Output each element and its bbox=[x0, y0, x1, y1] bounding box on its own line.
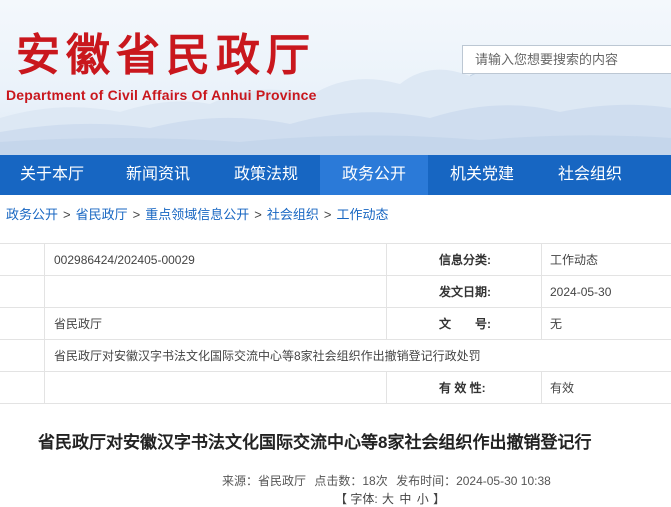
subject-value: 省民政厅对安徽汉字书法文化国际交流中心等8家社会组织作出撤销登记行政处罚 bbox=[45, 340, 671, 372]
nav-item-policy[interactable]: 政策法规 bbox=[212, 155, 320, 195]
breadcrumb-item-key-areas[interactable]: 重点领域信息公开 bbox=[145, 207, 249, 222]
nav-item-about[interactable]: 关于本厅 bbox=[0, 155, 104, 195]
breadcrumb-item-public-affairs[interactable]: 政务公开 bbox=[6, 207, 58, 222]
header-banner: 安徽省民政厅 Department of Civil Affairs Of An… bbox=[0, 0, 671, 155]
article-title: 省民政厅对安徽汉字书法文化国际交流中心等8家社会组织作出撤销登记行 bbox=[38, 428, 591, 453]
validity-label: 有 效 性: bbox=[387, 372, 542, 404]
nav-item-party-building[interactable]: 机关党建 bbox=[428, 155, 536, 195]
doc-number-label-part: 文 bbox=[439, 317, 451, 331]
nav-item-public-affairs[interactable]: 政务公开 bbox=[320, 155, 428, 195]
site-title: 安徽省民政厅 bbox=[16, 34, 316, 78]
table-row: 省民政厅对安徽汉字书法文化国际交流中心等8家社会组织作出撤销登记行政处罚 bbox=[0, 340, 671, 372]
font-size-label: 【 字体: bbox=[335, 492, 378, 506]
date-value: 2024-05-30 bbox=[542, 276, 671, 308]
table-cell bbox=[45, 372, 387, 404]
validity-value: 有效 bbox=[542, 372, 671, 404]
font-size-switcher: 【 字体: 大 中 小 】 bbox=[335, 490, 445, 507]
table-cell bbox=[0, 276, 45, 308]
breadcrumb-separator: > bbox=[63, 207, 71, 222]
breadcrumb-separator: > bbox=[324, 207, 332, 222]
index-number-value: 002986424/202405-00029 bbox=[45, 244, 387, 276]
article-meta: 来源：省民政厅 点击数：18次 发布时间：2024-05-30 10:38 bbox=[222, 472, 556, 489]
table-cell bbox=[0, 372, 45, 404]
doc-number-label: 文 号: bbox=[387, 308, 542, 340]
breadcrumb: 政务公开 > 省民政厅 > 重点领域信息公开 > 社会组织 > 工作动态 bbox=[6, 204, 388, 223]
breadcrumb-item-department[interactable]: 省民政厅 bbox=[76, 207, 128, 222]
font-size-large-button[interactable]: 大 bbox=[382, 492, 394, 506]
table-row: 002986424/202405-00029 信息分类: 工作动态 bbox=[0, 244, 671, 276]
table-cell bbox=[45, 276, 387, 308]
breadcrumb-item-work-news[interactable]: 工作动态 bbox=[336, 207, 388, 222]
category-label: 信息分类: bbox=[387, 244, 542, 276]
doc-number-value: 无 bbox=[542, 308, 671, 340]
font-size-medium-button[interactable]: 中 bbox=[399, 492, 411, 506]
table-cell bbox=[0, 244, 45, 276]
date-label: 发文日期: bbox=[387, 276, 542, 308]
table-cell bbox=[0, 308, 45, 340]
font-size-label-close: 】 bbox=[433, 492, 445, 506]
nav-item-social-orgs[interactable]: 社会组织 bbox=[536, 155, 644, 195]
breadcrumb-separator: > bbox=[133, 207, 141, 222]
article-publish-time: 发布时间：2024-05-30 10:38 bbox=[396, 474, 551, 488]
doc-number-label-part: 号: bbox=[475, 317, 491, 331]
search-input[interactable] bbox=[463, 46, 671, 73]
breadcrumb-item-social-orgs[interactable]: 社会组织 bbox=[267, 207, 319, 222]
font-size-small-button[interactable]: 小 bbox=[417, 492, 429, 506]
nav-item-news[interactable]: 新闻资讯 bbox=[104, 155, 212, 195]
main-nav: 关于本厅 新闻资讯 政策法规 政务公开 机关党建 社会组织 bbox=[0, 155, 671, 195]
table-row: 省民政厅 文 号: 无 bbox=[0, 308, 671, 340]
site-subtitle: Department of Civil Affairs Of Anhui Pro… bbox=[6, 87, 317, 103]
table-row: 有 效 性: 有效 bbox=[0, 372, 671, 404]
article-source: 来源：省民政厅 bbox=[222, 474, 306, 488]
table-row: 发文日期: 2024-05-30 bbox=[0, 276, 671, 308]
category-value: 工作动态 bbox=[542, 244, 671, 276]
article-clicks: 点击数：18次 bbox=[314, 474, 387, 488]
breadcrumb-separator: > bbox=[254, 207, 262, 222]
publisher-value: 省民政厅 bbox=[45, 308, 387, 340]
table-cell bbox=[0, 340, 45, 372]
document-info-table: 002986424/202405-00029 信息分类: 工作动态 发文日期: … bbox=[0, 243, 671, 404]
search-box bbox=[462, 45, 671, 74]
